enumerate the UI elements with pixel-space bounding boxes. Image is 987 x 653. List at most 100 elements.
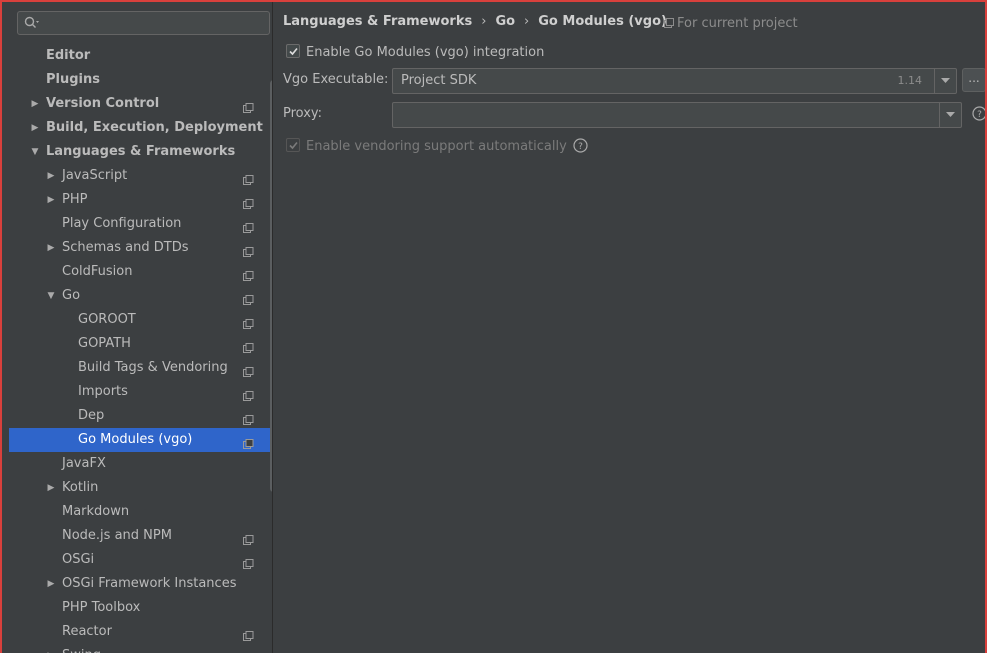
sdk-version-label: 1.14 [897,74,923,87]
sidebar-item[interactable]: Play Configuration [9,212,271,236]
expand-right-icon[interactable]: ▶ [45,236,57,260]
sidebar-item-label: PHP Toolbox [62,600,141,615]
sidebar-item[interactable]: ▶ Version Control [9,92,271,116]
project-scope-icon [243,627,254,641]
svg-text:?: ? [977,110,982,120]
sidebar-item[interactable]: ▶ JavaScript [9,164,271,188]
vgo-executable-label: Vgo Executable: [283,72,389,87]
project-scope-icon [243,243,254,257]
sidebar-item[interactable]: GOPATH [9,332,271,356]
chevron-right-icon: › [524,14,530,29]
proxy-select[interactable] [392,102,962,128]
project-scope-icon [243,315,254,329]
help-icon[interactable]: ? [573,138,588,157]
sidebar-item[interactable]: Node.js and NPM [9,524,271,548]
sidebar-item-label: Node.js and NPM [62,528,172,543]
sidebar-item[interactable]: Build Tags & Vendoring [9,356,271,380]
vgo-executable-select[interactable]: Project SDK 1.14 [392,68,957,94]
svg-text:?: ? [578,142,583,152]
sidebar-item[interactable]: Reactor [9,620,271,644]
sidebar-item-label: Imports [78,384,128,399]
sidebar-item[interactable]: Markdown [9,500,271,524]
sidebar-item-label: JavaScript [62,168,128,183]
settings-sidebar: Editor Plugins ▶ Version Control ▶ Build, Exe… [9,2,273,653]
sidebar-item[interactable]: ColdFusion [9,260,271,284]
sidebar-item[interactable]: ▶ OSGi Framework Instances [9,572,271,596]
project-scope-icon [243,267,254,281]
enable-vgo-integration-checkbox[interactable] [286,44,300,58]
sidebar-item[interactable]: Plugins [9,68,271,92]
sidebar-item[interactable]: Go Modules (vgo) [9,428,271,452]
project-scope-icon [243,219,254,233]
enable-vgo-integration-label: Enable Go Modules (vgo) integration [306,45,545,60]
for-current-project-note: For current project [664,16,798,31]
expand-right-icon[interactable]: ▶ [45,164,57,188]
settings-tree[interactable]: Editor Plugins ▶ Version Control ▶ Build, Exe… [9,44,271,653]
expand-down-icon[interactable]: ▼ [29,140,41,164]
sidebar-item[interactable]: OSGi [9,548,271,572]
sidebar-item[interactable]: ▶ Build, Execution, Deployment [9,116,271,140]
sidebar-item-label: Editor [46,48,91,63]
sidebar-item-label: Go Modules (vgo) [78,432,193,447]
project-scope-icon [243,435,254,449]
project-scope-icon [243,531,254,545]
checkmark-icon [289,47,298,56]
sidebar-item-label: Version Control [46,96,160,111]
expand-right-icon[interactable]: ▶ [29,92,41,116]
settings-window: Editor Plugins ▶ Version Control ▶ Build, Exe… [0,0,987,653]
project-scope-icon [243,291,254,305]
sidebar-item-label: JavaFX [62,456,106,471]
vgo-executable-value: Project SDK [401,73,477,88]
sidebar-item-label: Markdown [62,504,130,519]
sidebar-item-label: GOPATH [78,336,131,351]
project-scope-icon [243,171,254,185]
sidebar-item-label: Build, Execution, Deployment [46,120,263,135]
project-scope-icon [243,555,254,569]
settings-panel: Languages & Frameworks › Go › Go Modules (vg… [274,2,985,653]
sidebar-item-label: OSGi [62,552,95,567]
sidebar-item-label: Dep [78,408,105,423]
expand-down-icon[interactable]: ▼ [45,284,57,308]
expand-right-icon[interactable]: ▶ [45,188,57,212]
chevron-down-icon [946,112,955,117]
browse-sdk-button[interactable]: ... [962,68,985,92]
sidebar-item-label: OSGi Framework Instances [62,576,237,591]
sidebar-item[interactable]: ▼ Go [9,284,271,308]
sidebar-item[interactable]: PHP Toolbox [9,596,271,620]
sidebar-item[interactable]: ▼ Languages & Frameworks [9,140,271,164]
help-icon[interactable]: ? [972,106,985,125]
sidebar-item-label: Kotlin [62,480,99,495]
breadcrumb-item: Go Modules (vgo) [538,14,667,29]
expand-right-icon[interactable]: ▶ [45,644,57,653]
breadcrumb-item: Languages & Frameworks [283,14,473,29]
expand-right-icon[interactable]: ▶ [45,572,57,596]
expand-right-icon[interactable]: ▶ [45,476,57,500]
sidebar-scrollbar[interactable] [270,80,272,492]
expand-right-icon[interactable]: ▶ [29,116,41,140]
project-scope-icon [243,387,254,401]
chevron-right-icon: › [481,14,487,29]
sidebar-item-label: Go [62,288,81,303]
sidebar-item-label: Schemas and DTDs [62,240,189,255]
sidebar-item[interactable]: ▶ PHP [9,188,271,212]
enable-vgo-integration-checkbox-row[interactable]: Enable Go Modules (vgo) integration [286,44,544,60]
vendoring-checkbox-row: Enable vendoring support automatically ? [286,138,588,157]
sidebar-item[interactable]: GOROOT [9,308,271,332]
sidebar-item[interactable]: Dep [9,404,271,428]
sidebar-item-label: Play Configuration [62,216,182,231]
search-field[interactable] [17,11,270,35]
sidebar-item-label: ColdFusion [62,264,133,279]
breadcrumb-item: Go [495,14,516,29]
chevron-down-icon [941,78,950,83]
project-scope-icon [243,99,254,113]
sidebar-item[interactable]: ▶ Kotlin [9,476,271,500]
sidebar-item-label: Reactor [62,624,112,639]
sidebar-item[interactable]: Editor [9,44,271,68]
vendoring-checkbox [286,138,300,152]
dropdown-button[interactable] [939,103,961,127]
dropdown-button[interactable] [934,69,956,93]
sidebar-item[interactable]: ▶ Swing [9,644,271,653]
sidebar-item[interactable]: JavaFX [9,452,271,476]
sidebar-item[interactable]: Imports [9,380,271,404]
sidebar-item[interactable]: ▶ Schemas and DTDs [9,236,271,260]
